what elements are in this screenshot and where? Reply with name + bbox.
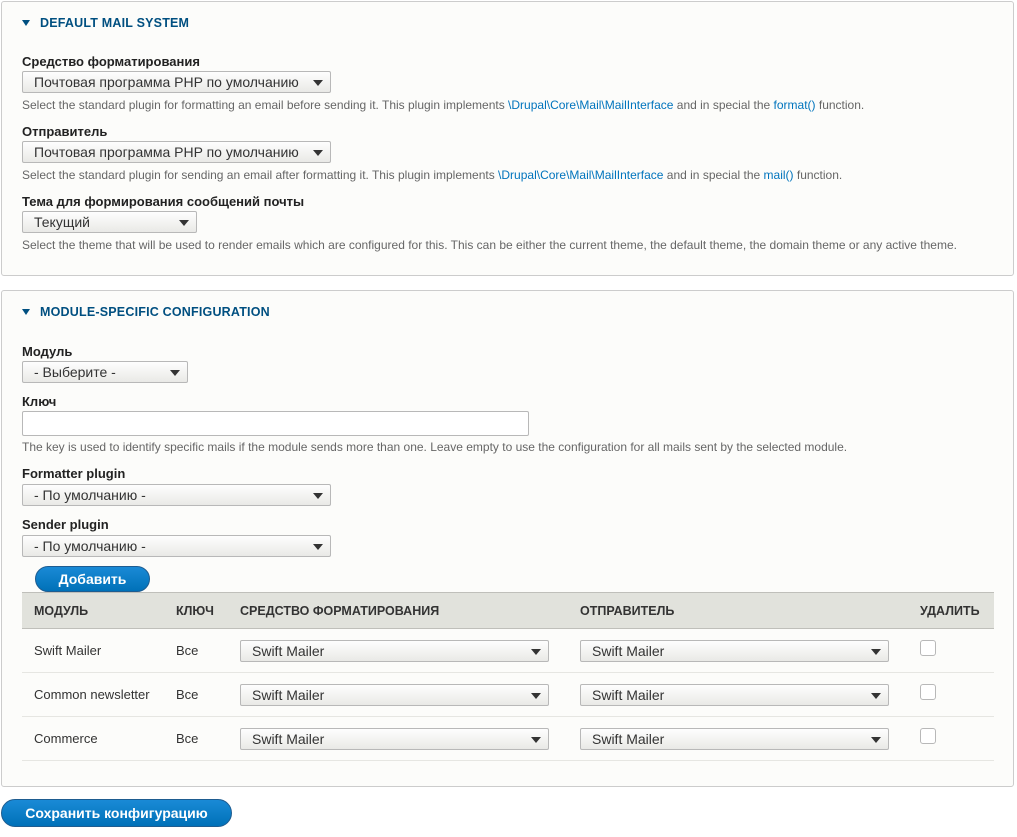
column-header-key: Ключ xyxy=(176,604,214,618)
formatter-select-value: Почтовая программа PHP по умолчанию xyxy=(34,74,299,90)
module-select-value: - Выберите - xyxy=(34,364,116,380)
module-select[interactable]: - Выберите - xyxy=(22,361,188,383)
row-sender-value: Swift Mailer xyxy=(592,643,665,659)
row-sender-select[interactable]: Swift Mailer xyxy=(580,728,889,750)
row-formatter-select[interactable]: Swift Mailer xyxy=(240,684,549,706)
row-sender-value: Swift Mailer xyxy=(592,687,665,703)
theme-description: Select the theme that will be used to re… xyxy=(22,238,957,252)
row-module-name: Swift Mailer xyxy=(34,643,102,658)
delete-checkbox[interactable] xyxy=(920,640,936,656)
desc-text: Select the standard plugin for formattin… xyxy=(22,98,509,112)
sender-plugin-label: Sender plugin xyxy=(22,517,109,532)
mailinterface-link[interactable]: \Drupal\Core\Mail\MailInterface xyxy=(508,98,673,112)
row-formatter-select[interactable]: Swift Mailer xyxy=(240,640,549,662)
theme-select-value: Текущий xyxy=(34,214,90,230)
sender-plugin-select[interactable]: - По умолчанию - xyxy=(22,535,331,557)
desc-text: and in special the xyxy=(663,168,764,182)
chevron-down-icon xyxy=(313,80,323,86)
module-label: Модуль xyxy=(22,344,73,359)
delete-checkbox[interactable] xyxy=(920,684,936,700)
theme-select[interactable]: Текущий xyxy=(22,211,197,233)
row-sender-value: Swift Mailer xyxy=(592,731,665,747)
chevron-down-icon xyxy=(871,737,881,743)
desc-text: function. xyxy=(815,98,865,112)
chevron-down-icon xyxy=(531,649,541,655)
table-row: Common newsletter Все Swift Mailer Swift… xyxy=(22,673,994,717)
formatter-plugin-select-value: - По умолчанию - xyxy=(34,487,146,503)
formatter-label: Средство форматирования xyxy=(22,54,200,69)
delete-checkbox[interactable] xyxy=(920,728,936,744)
row-formatter-value: Swift Mailer xyxy=(252,731,325,747)
legend-text: Default mail system xyxy=(40,16,190,30)
chevron-down-icon xyxy=(531,737,541,743)
add-button[interactable]: Добавить xyxy=(35,566,150,592)
key-description: The key is used to identify specific mai… xyxy=(22,440,848,454)
column-header-formatter: Средство форматирования xyxy=(240,604,440,618)
chevron-down-icon xyxy=(313,150,323,156)
key-input[interactable] xyxy=(22,411,529,436)
chevron-down-icon xyxy=(313,493,323,499)
default-mail-system-legend[interactable]: Default mail system xyxy=(22,16,189,30)
formatter-select[interactable]: Почтовая программа PHP по умолчанию xyxy=(22,71,331,93)
chevron-down-icon xyxy=(531,693,541,699)
column-header-module: Модуль xyxy=(34,604,89,618)
save-configuration-button[interactable]: Сохранить конфигурацию xyxy=(1,799,232,827)
sender-plugin-select-value: - По умолчанию - xyxy=(34,538,146,554)
module-specific-configuration-fieldset: Module-specific configuration Модуль - В… xyxy=(1,290,1014,787)
column-header-sender: Отправитель xyxy=(580,604,675,618)
theme-label: Тема для формирования сообщений почты xyxy=(22,194,305,209)
column-header-delete: Удалить xyxy=(920,604,980,618)
chevron-down-icon xyxy=(871,649,881,655)
row-sender-select[interactable]: Swift Mailer xyxy=(580,640,889,662)
key-label: Ключ xyxy=(22,394,57,409)
chevron-down-icon xyxy=(313,544,323,550)
sender-description: Select the standard plugin for sending a… xyxy=(22,168,842,182)
row-sender-select[interactable]: Swift Mailer xyxy=(580,684,889,706)
table-row: Commerce Все Swift Mailer Swift Mailer xyxy=(22,717,994,761)
formatter-plugin-label: Formatter plugin xyxy=(22,466,126,481)
sender-label: Отправитель xyxy=(22,124,108,139)
desc-text: and in special the xyxy=(673,98,774,112)
collapse-triangle-icon xyxy=(22,309,30,315)
table-header: Модуль Ключ Средство форматирования Отпр… xyxy=(22,592,994,629)
legend-text: Module-specific configuration xyxy=(40,305,270,319)
row-module-name: Commerce xyxy=(34,731,98,746)
row-key: Все xyxy=(176,643,199,658)
chevron-down-icon xyxy=(170,370,180,376)
formatter-description: Select the standard plugin for formattin… xyxy=(22,98,864,112)
row-formatter-select[interactable]: Swift Mailer xyxy=(240,728,549,750)
chevron-down-icon xyxy=(871,693,881,699)
row-formatter-value: Swift Mailer xyxy=(252,643,325,659)
desc-text: function. xyxy=(793,168,843,182)
row-formatter-value: Swift Mailer xyxy=(252,687,325,703)
formatter-plugin-select[interactable]: - По умолчанию - xyxy=(22,484,331,506)
sender-select-value: Почтовая программа PHP по умолчанию xyxy=(34,144,299,160)
sender-select[interactable]: Почтовая программа PHP по умолчанию xyxy=(22,141,331,163)
mailinterface-link[interactable]: \Drupal\Core\Mail\MailInterface xyxy=(498,168,663,182)
row-module-name: Common newsletter xyxy=(34,687,150,702)
row-key: Все xyxy=(176,731,199,746)
module-config-legend[interactable]: Module-specific configuration xyxy=(22,305,270,319)
collapse-triangle-icon xyxy=(22,20,30,26)
format-function-link[interactable]: format() xyxy=(774,98,816,112)
table-row: Swift Mailer Все Swift Mailer Swift Mail… xyxy=(22,629,994,673)
default-mail-system-fieldset: Default mail system Средство форматирова… xyxy=(1,1,1014,276)
row-key: Все xyxy=(176,687,199,702)
mail-function-link[interactable]: mail() xyxy=(764,168,794,182)
desc-text: Select the standard plugin for sending a… xyxy=(22,168,499,182)
chevron-down-icon xyxy=(179,220,189,226)
